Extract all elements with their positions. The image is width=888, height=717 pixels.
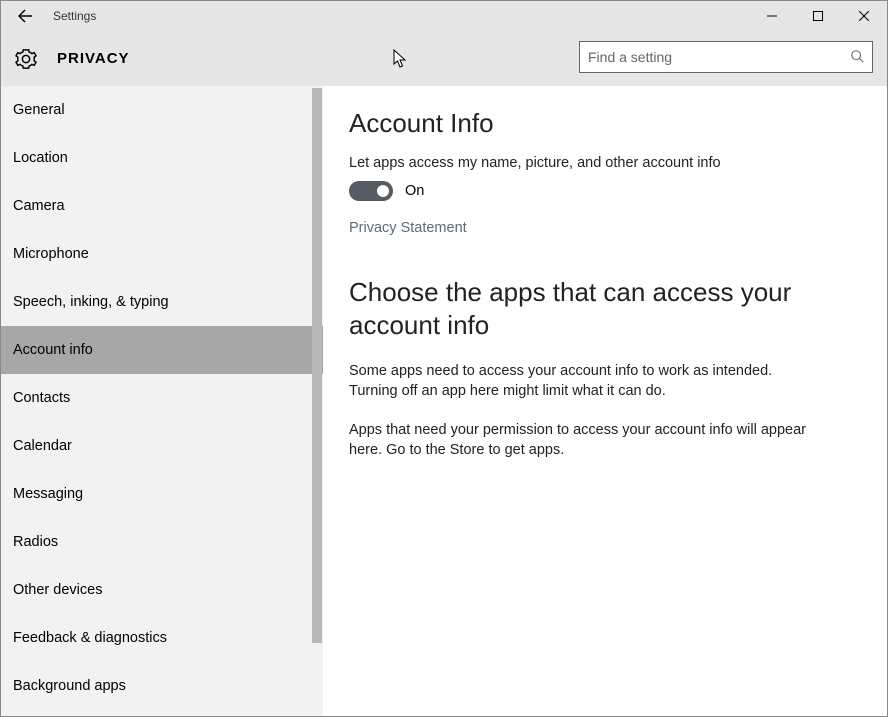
search-icon <box>850 49 864 66</box>
sidebar-item-label: Account info <box>13 342 93 358</box>
info-paragraph-2: Apps that need your permission to access… <box>349 420 819 461</box>
sidebar-item-label: Camera <box>13 198 65 214</box>
sidebar-item-microphone[interactable]: Microphone <box>1 230 323 278</box>
sidebar-item-general[interactable]: General <box>1 86 323 134</box>
sidebar-item-label: Location <box>13 150 68 166</box>
sidebar-scrollbar[interactable] <box>311 86 323 716</box>
sidebar-item-camera[interactable]: Camera <box>1 182 323 230</box>
sidebar-item-feedback[interactable]: Feedback & diagnostics <box>1 614 323 662</box>
search-box[interactable] <box>579 41 873 73</box>
sidebar-item-label: Speech, inking, & typing <box>13 294 169 310</box>
account-access-toggle[interactable] <box>349 181 393 201</box>
close-button[interactable] <box>841 1 887 31</box>
setting-label: Let apps access my name, picture, and ot… <box>349 155 857 171</box>
sidebar-item-label: Messaging <box>13 486 83 502</box>
sidebar-item-label: Radios <box>13 534 58 550</box>
scrollbar-thumb[interactable] <box>312 88 322 643</box>
toggle-knob <box>377 185 389 197</box>
sidebar: General Location Camera Microphone Speec… <box>1 86 323 716</box>
header-label: PRIVACY <box>57 50 130 67</box>
sidebar-item-label: Contacts <box>13 390 70 406</box>
sidebar-item-label: Other devices <box>13 582 102 598</box>
maximize-icon <box>813 11 823 21</box>
sidebar-item-speech[interactable]: Speech, inking, & typing <box>1 278 323 326</box>
sidebar-item-location[interactable]: Location <box>1 134 323 182</box>
sidebar-item-label: General <box>13 102 65 118</box>
header: PRIVACY <box>1 31 887 86</box>
back-arrow-icon <box>17 8 33 24</box>
sidebar-item-calendar[interactable]: Calendar <box>1 422 323 470</box>
sidebar-item-label: Microphone <box>13 246 89 262</box>
toggle-state-label: On <box>405 183 424 199</box>
maximize-button[interactable] <box>795 1 841 31</box>
privacy-statement-link[interactable]: Privacy Statement <box>349 220 467 236</box>
sidebar-item-contacts[interactable]: Contacts <box>1 374 323 422</box>
close-icon <box>859 11 869 21</box>
sidebar-item-radios[interactable]: Radios <box>1 518 323 566</box>
main-panel: Account Info Let apps access my name, pi… <box>323 86 887 716</box>
titlebar: Settings <box>1 1 887 31</box>
window-title: Settings <box>53 9 96 23</box>
minimize-icon <box>767 11 777 21</box>
minimize-button[interactable] <box>749 1 795 31</box>
sidebar-item-label: Calendar <box>13 438 72 454</box>
sidebar-item-label: Background apps <box>13 678 126 694</box>
gear-icon <box>15 48 37 70</box>
section-title-account-info: Account Info <box>349 108 857 139</box>
sidebar-item-background-apps[interactable]: Background apps <box>1 662 323 710</box>
sidebar-item-label: Feedback & diagnostics <box>13 630 167 646</box>
sidebar-item-messaging[interactable]: Messaging <box>1 470 323 518</box>
window-controls <box>749 1 887 31</box>
sidebar-item-account-info[interactable]: Account info <box>1 326 323 374</box>
sidebar-item-other-devices[interactable]: Other devices <box>1 566 323 614</box>
info-paragraph-1: Some apps need to access your account in… <box>349 361 819 402</box>
section-title-choose-apps: Choose the apps that can access your acc… <box>349 276 819 341</box>
back-button[interactable] <box>1 1 49 31</box>
search-input[interactable] <box>588 49 850 65</box>
